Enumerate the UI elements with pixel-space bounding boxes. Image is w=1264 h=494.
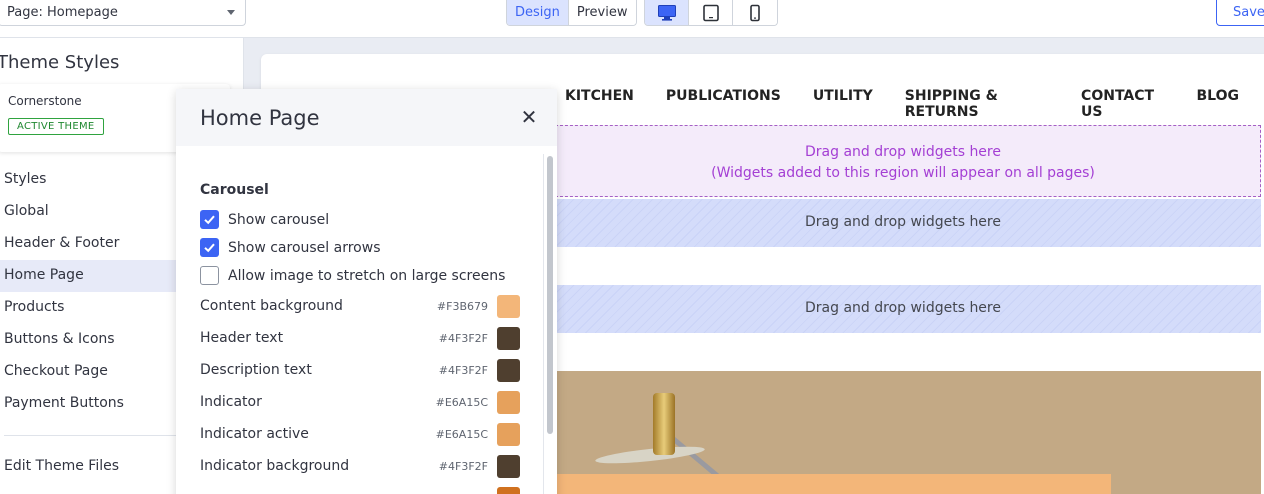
design-mode-button[interactable]: Design — [507, 0, 569, 25]
page-select-value: Page: Homepage — [7, 5, 118, 20]
global-region-title: Drag and drop widgets here — [805, 144, 1001, 160]
theme-name: Cornerstone — [8, 94, 82, 108]
mobile-view-button[interactable] — [733, 0, 777, 25]
checkbox-label: Show carousel — [228, 211, 330, 228]
panel-header: Home Page ✕ — [176, 89, 557, 146]
color-setting-partial — [200, 487, 520, 494]
panel-title: Home Page — [200, 106, 320, 130]
carousel-hero-image — [545, 371, 1261, 494]
color-label: Content background — [200, 298, 343, 314]
checkbox-label: Show carousel arrows — [228, 239, 381, 256]
check-icon — [204, 243, 215, 253]
color-label: Header text — [200, 330, 284, 346]
color-label: Indicator background — [200, 458, 350, 474]
color-swatch[interactable] — [497, 391, 520, 414]
widget-region[interactable]: Drag and drop widgets here — [545, 285, 1261, 333]
checkbox-unchecked[interactable] — [200, 266, 219, 285]
color-setting-description-text: Description text #4F3F2F — [200, 359, 520, 383]
color-setting-indicator-active: Indicator active #E6A15C — [200, 423, 520, 447]
home-page-settings-panel: Home Page ✕ Carousel Show carousel Show … — [176, 89, 557, 494]
save-button[interactable]: Save — [1216, 0, 1264, 26]
store-navigation: KITCHEN PUBLICATIONS UTILITY SHIPPING & … — [565, 88, 1264, 120]
widget-region[interactable]: Drag and drop widgets here — [545, 199, 1261, 247]
color-swatch[interactable] — [497, 455, 520, 478]
color-hex-value: #4F3F2F — [438, 332, 488, 345]
lamp-fitting — [653, 393, 675, 455]
color-swatch[interactable] — [497, 295, 520, 318]
global-region-note: (Widgets added to this region will appea… — [711, 165, 1095, 181]
widget-region-label: Drag and drop widgets here — [805, 300, 1001, 316]
color-setting-content-background: Content background #F3B679 — [200, 295, 520, 319]
lamp-shade — [594, 443, 706, 467]
store-nav-item[interactable]: UTILITY — [813, 88, 873, 120]
checkbox-checked[interactable] — [200, 238, 219, 257]
store-nav-item[interactable]: SHIPPING & RETURNS — [905, 88, 1049, 120]
close-icon[interactable]: ✕ — [519, 107, 539, 127]
store-nav-item[interactable]: CONTACT US — [1081, 88, 1164, 120]
active-theme-badge: ACTIVE THEME — [8, 118, 104, 135]
checkbox-checked[interactable] — [200, 210, 219, 229]
edit-theme-files-link[interactable]: Edit Theme Files — [4, 458, 119, 474]
store-nav-item[interactable]: PUBLICATIONS — [666, 88, 781, 120]
store-nav-item[interactable]: KITCHEN — [565, 88, 634, 120]
mode-toggle: Design Preview — [506, 0, 637, 26]
scrollbar-thumb[interactable] — [547, 156, 553, 434]
widget-region-label: Drag and drop widgets here — [805, 214, 1001, 230]
top-toolbar: Page: Homepage Design Preview Save — [0, 0, 1264, 38]
color-hex-value: #4F3F2F — [438, 460, 488, 473]
show-carousel-option[interactable]: Show carousel — [200, 210, 329, 229]
check-icon — [204, 215, 215, 225]
color-label: Description text — [200, 362, 312, 378]
color-hex-value: #4F3F2F — [438, 364, 488, 377]
color-setting-indicator-background: Indicator background #4F3F2F — [200, 455, 520, 479]
tablet-icon — [702, 4, 719, 21]
color-hex-value: #E6A15C — [435, 396, 488, 409]
mobile-icon — [750, 4, 760, 21]
color-swatch[interactable] — [497, 359, 520, 382]
desktop-icon — [657, 4, 676, 21]
color-label: Indicator — [200, 394, 262, 410]
tablet-view-button[interactable] — [689, 0, 733, 25]
color-hex-value: #E6A15C — [435, 428, 488, 441]
color-swatch[interactable] — [497, 327, 520, 350]
show-carousel-arrows-option[interactable]: Show carousel arrows — [200, 238, 380, 257]
stretch-image-option[interactable]: Allow image to stretch on large screens — [200, 266, 505, 285]
color-swatch[interactable] — [497, 487, 520, 494]
global-widget-region[interactable]: Drag and drop widgets here (Widgets adde… — [545, 125, 1261, 197]
carousel-content-background — [545, 474, 1111, 494]
color-setting-indicator: Indicator #E6A15C — [200, 391, 520, 415]
page-select[interactable]: Page: Homepage — [0, 0, 246, 26]
checkbox-label: Allow image to stretch on large screens — [228, 267, 506, 284]
store-nav-item[interactable]: BLOG — [1197, 88, 1240, 120]
preview-mode-button[interactable]: Preview — [568, 0, 636, 25]
device-toggle — [644, 0, 778, 26]
sidebar-divider — [4, 435, 176, 436]
color-label: Indicator active — [200, 426, 309, 442]
color-setting-header-text: Header text #4F3F2F — [200, 327, 520, 351]
panel-scrollbar[interactable] — [543, 154, 555, 494]
carousel-section-label: Carousel — [200, 182, 269, 198]
sidebar-title: Theme Styles — [0, 52, 120, 73]
chevron-down-icon — [227, 10, 235, 15]
color-hex-value: #F3B679 — [436, 300, 488, 313]
color-swatch[interactable] — [497, 423, 520, 446]
desktop-view-button[interactable] — [645, 0, 689, 25]
